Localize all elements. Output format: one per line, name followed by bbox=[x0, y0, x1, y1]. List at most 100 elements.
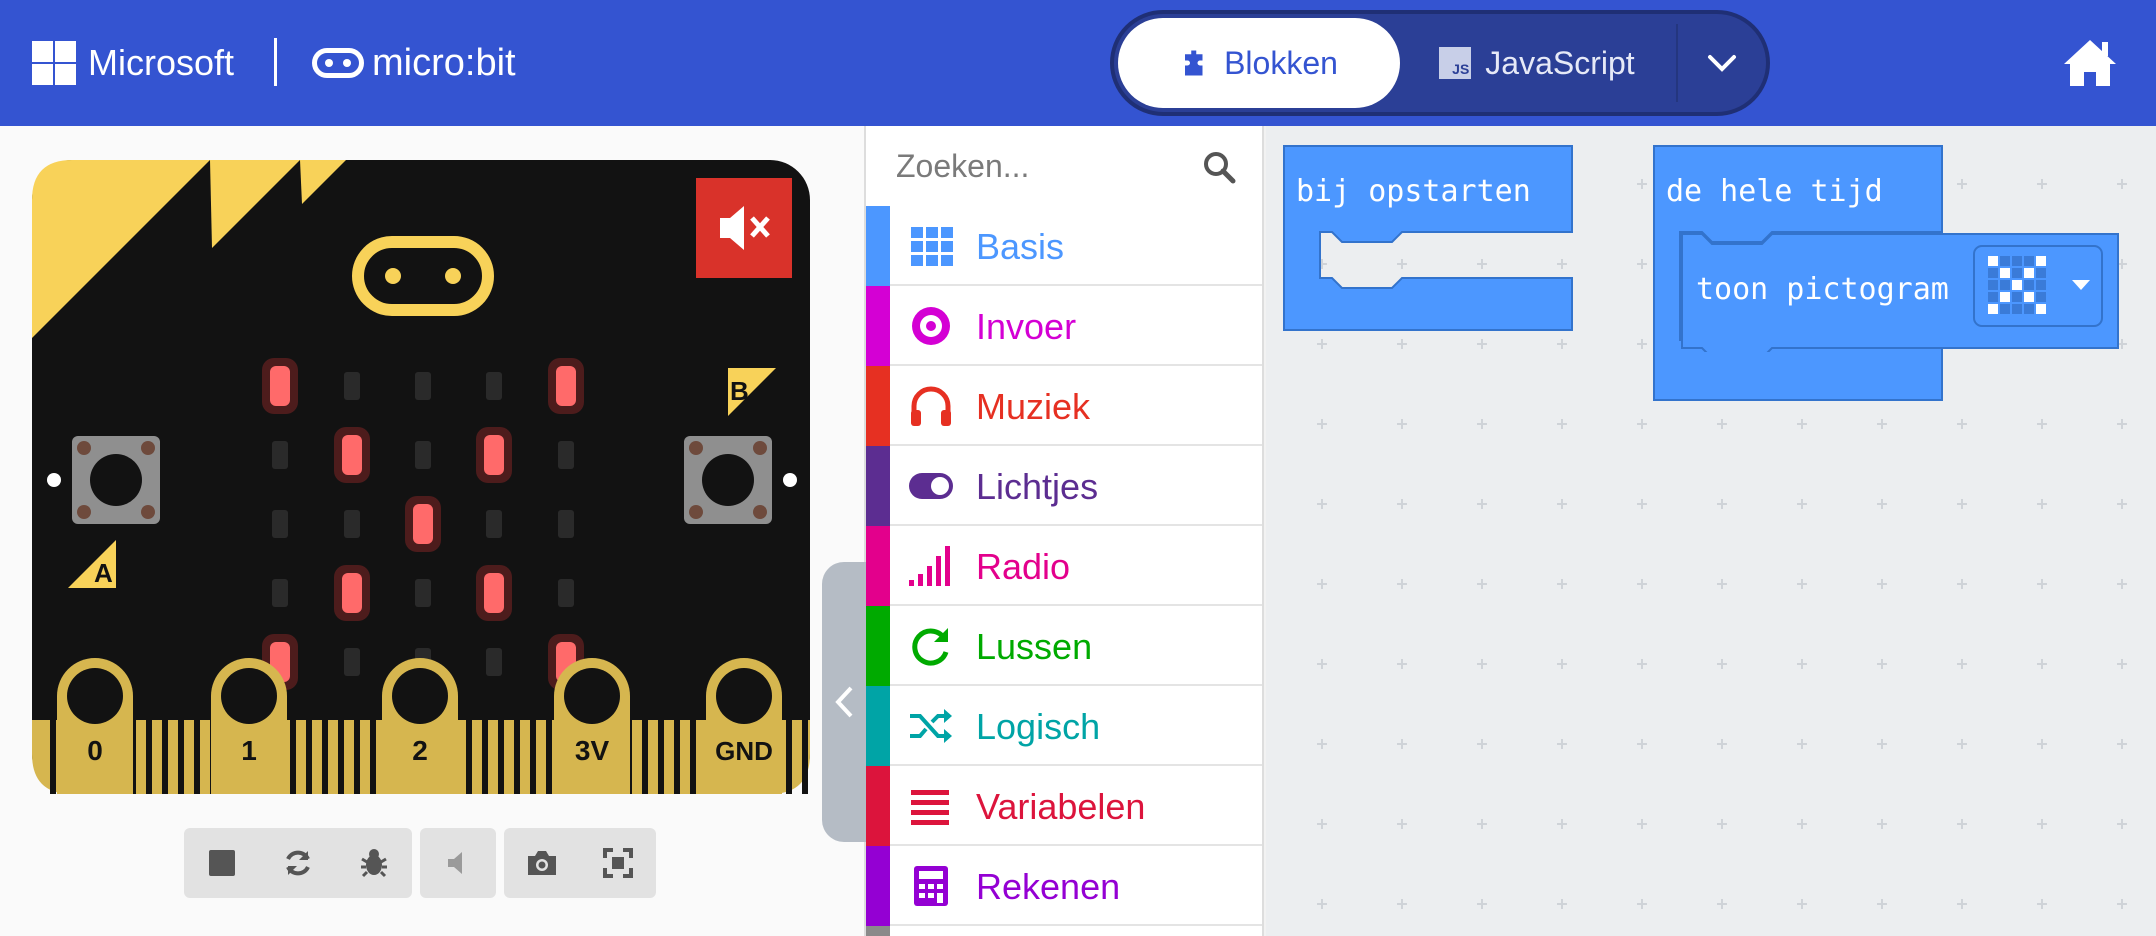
icon-pixel-on bbox=[2024, 292, 2034, 302]
edge-strip bbox=[322, 720, 328, 794]
blocks-workspace[interactable]: bij opstarten de hele tijd toon pictogra… bbox=[1266, 126, 2156, 936]
category-rekenen[interactable]: Rekenen bbox=[866, 846, 1262, 926]
js-file-icon: JS bbox=[1439, 47, 1472, 79]
edge-strip bbox=[802, 720, 808, 794]
restart-button[interactable] bbox=[260, 828, 336, 898]
edge-strip bbox=[338, 720, 344, 794]
sim-mute-button[interactable] bbox=[696, 178, 792, 278]
pin-label: 2 bbox=[412, 735, 428, 766]
sim-control-group bbox=[504, 828, 656, 898]
led-off bbox=[344, 372, 360, 400]
icon-pixel-on bbox=[1988, 304, 1998, 314]
button-b[interactable] bbox=[684, 436, 772, 524]
edge-strip bbox=[786, 720, 792, 794]
category-muziek[interactable]: Muziek bbox=[866, 366, 1262, 446]
pin-label: 0 bbox=[87, 735, 103, 766]
microbit-board: A B 0 1 2 3V GND bbox=[32, 160, 810, 794]
fullscreen-icon bbox=[603, 848, 633, 878]
icon-pixel-off bbox=[2000, 256, 2010, 266]
screenshot-button[interactable] bbox=[504, 828, 580, 898]
edge-strip bbox=[482, 720, 488, 794]
category-color-bar bbox=[866, 366, 890, 446]
icon-pixel-off bbox=[2024, 304, 2034, 314]
category-label: Lussen bbox=[976, 626, 1093, 667]
led-on bbox=[342, 435, 362, 475]
microsoft-brand-label: Microsoft bbox=[88, 42, 235, 83]
collapse-simulator-button[interactable] bbox=[822, 562, 866, 842]
icon-pixel-off bbox=[2000, 280, 2010, 290]
list-lines-icon bbox=[911, 790, 949, 825]
icon-pixel-off bbox=[2012, 268, 2022, 278]
category-color-bar bbox=[866, 846, 890, 926]
home-button[interactable] bbox=[2062, 34, 2118, 90]
edge-strip bbox=[466, 720, 472, 794]
pin-gnd[interactable]: GND bbox=[706, 658, 782, 794]
edge-strip bbox=[514, 720, 520, 794]
icon-pixel-on bbox=[1988, 256, 1998, 266]
tab-blocks[interactable]: Blokken bbox=[1118, 18, 1400, 108]
icon-pixel-off bbox=[2024, 280, 2034, 290]
led-off bbox=[415, 372, 431, 400]
button-a[interactable] bbox=[72, 436, 160, 524]
search-icon[interactable] bbox=[1202, 150, 1236, 184]
pin-label: 3V bbox=[575, 735, 610, 766]
led-on bbox=[270, 366, 290, 406]
microsoft-logo-icon bbox=[32, 41, 76, 85]
category-lichtjes[interactable]: Lichtjes bbox=[866, 446, 1262, 526]
category-color-bar bbox=[866, 526, 890, 606]
calculator-icon bbox=[914, 866, 948, 906]
sim-control-group bbox=[420, 828, 496, 898]
category-color-bar bbox=[866, 686, 890, 766]
edge-strip bbox=[530, 720, 536, 794]
icon-pixel-on bbox=[2036, 304, 2046, 314]
toggle-divider bbox=[1676, 24, 1678, 102]
edge-strip bbox=[194, 720, 200, 794]
edge-strip bbox=[50, 720, 56, 794]
category-basis[interactable]: Basis bbox=[866, 206, 1262, 286]
category-color-bar bbox=[866, 286, 890, 366]
microsoft-brand[interactable]: Microsoft bbox=[32, 38, 234, 88]
pin-3v[interactable]: 3V bbox=[554, 658, 630, 794]
led-off bbox=[344, 648, 360, 676]
pin-1[interactable]: 1 bbox=[211, 658, 287, 794]
edge-strip bbox=[146, 720, 152, 794]
led-off bbox=[272, 441, 288, 469]
category-label: Lichtjes bbox=[976, 466, 1099, 507]
icon-pixel-off bbox=[2012, 256, 2022, 266]
fullscreen-button[interactable] bbox=[580, 828, 656, 898]
icon-pixel-off bbox=[2024, 256, 2034, 266]
microbit-logo-icon bbox=[312, 48, 364, 78]
debug-button[interactable] bbox=[336, 828, 412, 898]
led-on bbox=[556, 366, 576, 406]
led-on bbox=[484, 573, 504, 613]
edge-dot bbox=[783, 473, 797, 487]
restart-icon bbox=[286, 850, 310, 876]
debug-icon bbox=[361, 849, 387, 878]
category-invoer[interactable]: Invoer bbox=[866, 286, 1262, 366]
led-off bbox=[558, 441, 574, 469]
target-icon bbox=[912, 307, 950, 345]
icon-pixel-off bbox=[2012, 292, 2022, 302]
microbit-brand[interactable]: micro:bit bbox=[312, 38, 516, 88]
pin-0[interactable]: 0 bbox=[57, 658, 133, 794]
edge-strip bbox=[162, 720, 168, 794]
editor-more-dropdown[interactable] bbox=[1682, 18, 1762, 108]
mute-button[interactable] bbox=[420, 828, 496, 898]
icon-pixel-on bbox=[2036, 256, 2046, 266]
toolbox-search-input[interactable]: Zoeken... bbox=[866, 126, 1262, 206]
pin-2[interactable]: 2 bbox=[382, 658, 458, 794]
category-label: Radio bbox=[976, 546, 1071, 587]
icon-dropdown[interactable] bbox=[1973, 245, 2103, 327]
category-lussen[interactable]: Lussen bbox=[866, 606, 1262, 686]
edge-strip bbox=[642, 720, 648, 794]
home-icon bbox=[2064, 40, 2116, 86]
search-placeholder: Zoeken... bbox=[896, 147, 1030, 184]
grid-icon bbox=[911, 227, 953, 266]
category-logisch[interactable]: Logisch bbox=[866, 686, 1262, 766]
stop-button[interactable] bbox=[184, 828, 260, 898]
category-radio[interactable]: Radio bbox=[866, 526, 1262, 606]
button-b-label: B bbox=[730, 376, 749, 406]
signal-bars-icon bbox=[909, 546, 950, 586]
tab-javascript[interactable]: JS JavaScript bbox=[1412, 18, 1662, 108]
category-variabelen[interactable]: Variabelen bbox=[866, 766, 1262, 846]
